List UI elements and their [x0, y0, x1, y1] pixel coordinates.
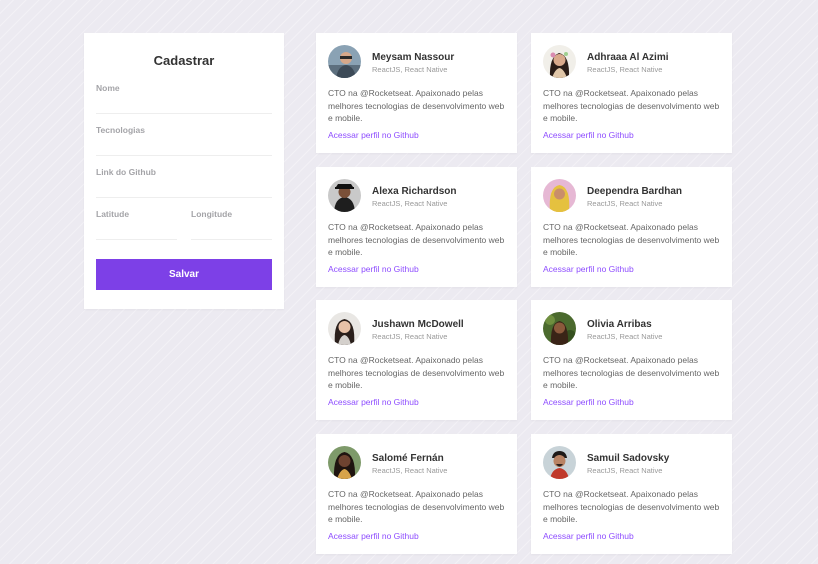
avatar	[543, 45, 576, 78]
dev-card: Deependra Bardhan ReactJS, React Native …	[531, 167, 732, 287]
dev-bio: CTO na @Rocketseat. Apaixonado pelas mel…	[543, 355, 720, 390]
github-profile-link[interactable]: Acessar perfil no Github	[543, 264, 634, 275]
longitude-label: Longitude	[191, 209, 233, 219]
dev-techs: ReactJS, React Native	[587, 332, 663, 341]
avatar	[543, 179, 576, 212]
dev-card: Olivia Arribas ReactJS, React Native CTO…	[531, 300, 732, 420]
dev-bio: CTO na @Rocketseat. Apaixonado pelas mel…	[543, 88, 720, 123]
dev-card: Alexa Richardson ReactJS, React Native C…	[316, 167, 517, 287]
dev-bio: CTO na @Rocketseat. Apaixonado pelas mel…	[543, 222, 720, 257]
github-profile-link[interactable]: Acessar perfil no Github	[543, 130, 634, 141]
dev-card: Samuil Sadovsky ReactJS, React Native CT…	[531, 434, 732, 554]
dev-name: Deependra Bardhan	[587, 186, 683, 197]
name-input[interactable]	[96, 96, 272, 114]
longitude-input[interactable]	[191, 222, 272, 240]
dev-card: Meysam Nassour ReactJS, React Native CTO…	[316, 33, 517, 153]
register-form: Cadastrar Nome Tecnologias Link do Githu…	[84, 33, 284, 309]
dev-techs: ReactJS, React Native	[587, 199, 663, 208]
techs-input[interactable]	[96, 138, 272, 156]
latitude-input[interactable]	[96, 222, 177, 240]
dev-name: Olivia Arribas	[587, 319, 652, 330]
dev-bio: CTO na @Rocketseat. Apaixonado pelas mel…	[328, 222, 505, 257]
avatar	[328, 312, 361, 345]
github-field: Link do Github	[96, 167, 272, 198]
dev-name: Meysam Nassour	[372, 52, 455, 63]
github-profile-link[interactable]: Acessar perfil no Github	[543, 397, 634, 408]
dev-bio: CTO na @Rocketseat. Apaixonado pelas mel…	[328, 88, 505, 123]
dev-bio: CTO na @Rocketseat. Apaixonado pelas mel…	[543, 489, 720, 524]
dev-techs: ReactJS, React Native	[372, 65, 448, 74]
github-profile-link[interactable]: Acessar perfil no Github	[328, 264, 419, 275]
dev-name: Adhraaa Al Azimi	[587, 52, 669, 63]
github-profile-link[interactable]: Acessar perfil no Github	[328, 130, 419, 141]
latitude-label: Latitude	[96, 209, 130, 219]
avatar	[328, 179, 361, 212]
longitude-field: Longitude	[191, 209, 272, 240]
latitude-field: Latitude	[96, 209, 177, 240]
avatar	[543, 446, 576, 479]
dev-techs: ReactJS, React Native	[587, 466, 663, 475]
techs-field: Tecnologias	[96, 125, 272, 156]
dev-techs: ReactJS, React Native	[587, 65, 663, 74]
dev-name: Salomé Fernán	[372, 453, 444, 464]
github-input[interactable]	[96, 180, 272, 198]
dev-bio: CTO na @Rocketseat. Apaixonado pelas mel…	[328, 355, 505, 390]
dev-techs: ReactJS, React Native	[372, 332, 448, 341]
dev-name: Jushawn McDowell	[372, 319, 464, 330]
dev-card: Salomé Fernán ReactJS, React Native CTO …	[316, 434, 517, 554]
avatar	[328, 446, 361, 479]
avatar	[328, 45, 361, 78]
dev-techs: ReactJS, React Native	[372, 199, 448, 208]
github-profile-link[interactable]: Acessar perfil no Github	[328, 531, 419, 542]
save-button[interactable]: Salvar	[96, 259, 272, 290]
dev-bio: CTO na @Rocketseat. Apaixonado pelas mel…	[328, 489, 505, 524]
github-label: Link do Github	[96, 167, 156, 177]
dev-name: Alexa Richardson	[372, 186, 457, 197]
name-label: Nome	[96, 83, 120, 93]
form-title: Cadastrar	[153, 53, 215, 68]
dev-card: Adhraaa Al Azimi ReactJS, React Native C…	[531, 33, 732, 153]
name-field: Nome	[96, 83, 272, 114]
dev-card: Jushawn McDowell ReactJS, React Native C…	[316, 300, 517, 420]
dev-techs: ReactJS, React Native	[372, 466, 448, 475]
github-profile-link[interactable]: Acessar perfil no Github	[543, 531, 634, 542]
dev-name: Samuil Sadovsky	[587, 453, 670, 464]
techs-label: Tecnologias	[96, 125, 145, 135]
github-profile-link[interactable]: Acessar perfil no Github	[328, 397, 419, 408]
avatar	[543, 312, 576, 345]
